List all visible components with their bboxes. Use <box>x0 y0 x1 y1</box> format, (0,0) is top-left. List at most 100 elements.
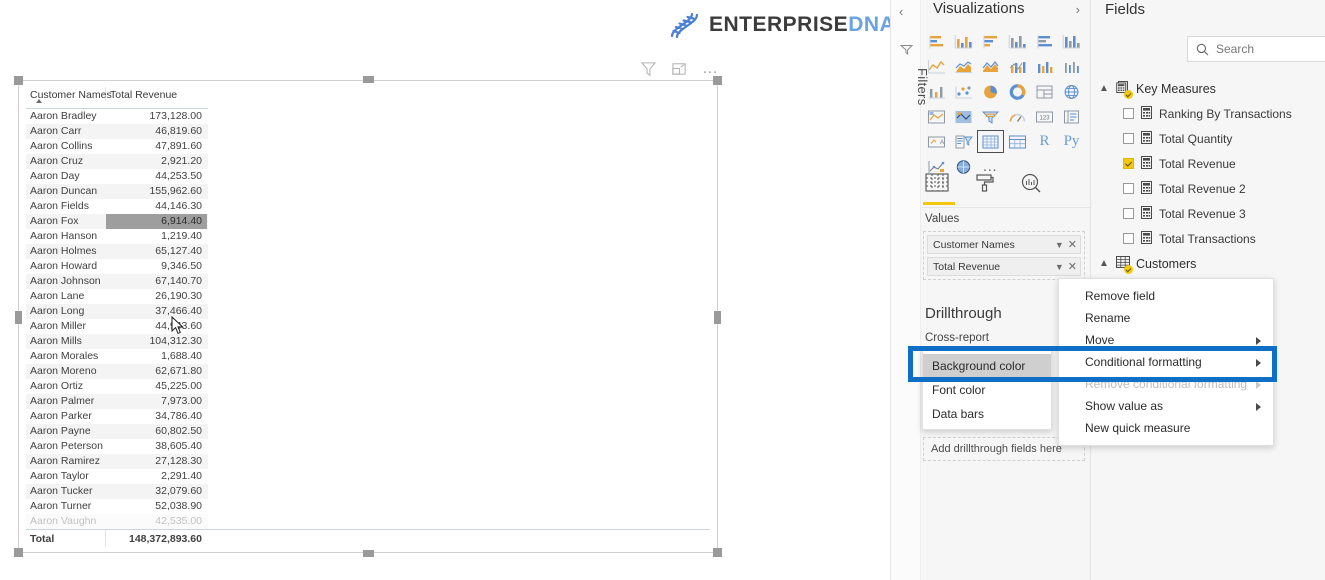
cell-customer-name[interactable]: Aaron Holmes <box>26 244 106 259</box>
field-context-menu[interactable]: Remove field Rename Move Conditional format… <box>1058 278 1274 446</box>
cell-total-revenue[interactable]: 47,891.60 <box>106 139 207 154</box>
cell-total-revenue[interactable]: 46,819.60 <box>106 124 207 139</box>
visual-type-python-icon[interactable]: Py <box>1058 130 1085 153</box>
field-checkbox[interactable] <box>1123 208 1134 219</box>
visual-type-icon-8[interactable] <box>950 55 977 78</box>
cell-customer-name[interactable]: Aaron Howard <box>26 259 106 274</box>
chevron-right-icon[interactable]: › <box>1076 2 1080 17</box>
field-checkbox[interactable] <box>1123 233 1134 244</box>
cell-customer-name[interactable]: Aaron Bradley <box>26 109 106 124</box>
cell-total-revenue[interactable]: 34,786.40 <box>106 409 207 424</box>
search-input[interactable]: Search <box>1187 36 1325 62</box>
visual-type-icon-23[interactable]: 123 <box>1031 105 1058 128</box>
table-row[interactable]: Aaron Ortiz 45,225.00 <box>26 379 208 394</box>
visual-type-icon-12[interactable] <box>1058 55 1085 78</box>
visual-type-icon-20[interactable] <box>950 105 977 128</box>
cell-customer-name[interactable]: Aaron Lane <box>26 289 106 304</box>
table-row[interactable]: Aaron Holmes 65,127.40 <box>26 244 208 259</box>
cell-total-revenue[interactable]: 44,253.50 <box>106 169 207 184</box>
cell-total-revenue[interactable]: 104,312.30 <box>106 334 207 349</box>
field-checkbox[interactable] <box>1123 133 1134 144</box>
cell-customer-name[interactable]: Aaron Payne <box>26 424 106 439</box>
values-well[interactable]: Customer Names ▼ ✕ Total Revenue ▼ ✕ <box>923 231 1085 280</box>
cell-customer-name[interactable]: Aaron Collins <box>26 139 106 154</box>
visual-type-icon-26[interactable] <box>950 130 977 153</box>
conditional-formatting-submenu[interactable]: Background color Font color Data bars <box>922 350 1052 430</box>
cell-customer-name[interactable]: Aaron Mills <box>26 334 106 349</box>
context-menu-item-rename[interactable]: Rename <box>1059 307 1273 329</box>
table-row[interactable]: Aaron Taylor 2,291.40 <box>26 469 208 484</box>
visual-type-icon-13[interactable] <box>923 80 950 103</box>
cell-customer-name[interactable]: Aaron Cruz <box>26 154 106 169</box>
cell-total-revenue[interactable]: 67,140.70 <box>106 274 207 289</box>
resize-handle-top-right[interactable] <box>713 76 722 85</box>
funnel-icon[interactable] <box>640 60 657 77</box>
submenu-item-data-bars[interactable]: Data bars <box>923 402 1051 426</box>
visual-type-icon-11[interactable] <box>1031 55 1058 78</box>
cell-total-revenue[interactable]: 2,291.40 <box>106 469 207 484</box>
cell-customer-name[interactable]: Aaron Fox <box>26 214 106 229</box>
cell-total-revenue[interactable]: 42,535.00 <box>106 514 207 529</box>
table-row[interactable]: Aaron Tucker 32,079.60 <box>26 484 208 499</box>
field-checkbox[interactable] <box>1123 108 1134 119</box>
table-row[interactable]: Aaron Johnson 67,140.70 <box>26 274 208 289</box>
cell-customer-name[interactable]: Aaron Carr <box>26 124 106 139</box>
visual-type-r-script-icon[interactable]: R <box>1031 130 1058 153</box>
table-visual[interactable]: Customer Names Total Revenue Aaron Bradl… <box>26 87 1199 547</box>
visual-type-icon-24[interactable] <box>1058 105 1085 128</box>
table-row[interactable]: Aaron Vaughn 42,535.00 <box>26 514 208 529</box>
visual-type-icon-16[interactable] <box>1004 80 1031 103</box>
field-item-total-quantity[interactable]: Total Quantity <box>1091 126 1325 151</box>
field-chip-total-revenue[interactable]: Total Revenue ▼ ✕ <box>927 257 1081 276</box>
chevron-down-icon[interactable]: ▼ <box>1055 262 1064 272</box>
resize-handle-middle-left[interactable] <box>15 310 22 324</box>
field-item-ranking-by-transactions[interactable]: Ranking By Transactions <box>1091 101 1325 126</box>
submenu-item-background-color[interactable]: Background color <box>923 354 1051 378</box>
cell-customer-name[interactable]: Aaron Johnson <box>26 274 106 289</box>
fields-tab[interactable] <box>923 173 955 205</box>
visual-type-icon-14[interactable] <box>950 80 977 103</box>
visual-type-icon-2[interactable] <box>950 30 977 53</box>
cell-customer-name[interactable]: Aaron Long <box>26 304 106 319</box>
table-row[interactable]: Aaron Payne 60,802.50 <box>26 424 208 439</box>
resize-handle-bottom-middle[interactable] <box>363 550 374 557</box>
cell-total-revenue[interactable]: 44,943.60 <box>106 319 207 334</box>
table-row[interactable]: Aaron Palmer 7,973.00 <box>26 394 208 409</box>
cell-total-revenue[interactable]: 173,128.00 <box>106 109 207 124</box>
field-checkbox[interactable] <box>1123 183 1134 194</box>
resize-handle-bottom-left[interactable] <box>14 548 23 557</box>
cell-customer-name[interactable]: Aaron Turner <box>26 499 106 514</box>
cell-total-revenue[interactable]: 1,219.40 <box>106 229 207 244</box>
context-menu-item-move[interactable]: Move <box>1059 329 1273 351</box>
table-row[interactable]: Aaron Turner 52,038.90 <box>26 499 208 514</box>
visual-type-icon-19[interactable] <box>923 105 950 128</box>
analytics-tab[interactable] <box>1021 173 1042 205</box>
cell-customer-name[interactable]: Aaron Tucker <box>26 484 106 499</box>
resize-handle-top-middle[interactable] <box>363 76 374 83</box>
cell-total-revenue[interactable]: 32,079.60 <box>106 484 207 499</box>
resize-handle-top-left[interactable] <box>14 76 23 85</box>
cell-customer-name[interactable]: Aaron Ramirez <box>26 454 106 469</box>
field-item-total-revenue[interactable]: Total Revenue <box>1091 151 1325 176</box>
table-row[interactable]: Aaron Day 44,253.50 <box>26 169 208 184</box>
table-row[interactable]: Aaron Howard 9,346.50 <box>26 259 208 274</box>
cell-total-revenue-highlighted[interactable]: 6,914.40 <box>106 214 207 229</box>
cell-customer-name[interactable]: Aaron Taylor <box>26 469 106 484</box>
visual-type-icon-17[interactable] <box>1031 80 1058 103</box>
visual-type-icon-22[interactable] <box>1004 105 1031 128</box>
cell-total-revenue[interactable]: 155,962.60 <box>106 184 207 199</box>
context-menu-item-remove-field[interactable]: Remove field <box>1059 285 1273 307</box>
cell-customer-name[interactable]: Aaron Miller <box>26 319 106 334</box>
cell-customer-name[interactable]: Aaron Day <box>26 169 106 184</box>
visual-type-icon-1[interactable] <box>923 30 950 53</box>
visualization-type-grid[interactable]: 123 A R Py… <box>923 30 1085 178</box>
visual-type-table-icon[interactable] <box>977 130 1004 153</box>
chevron-up-icon[interactable]: ▲ <box>1099 83 1110 94</box>
cell-total-revenue[interactable]: 52,038.90 <box>106 499 207 514</box>
table-row[interactable]: Aaron Parker 34,786.40 <box>26 409 208 424</box>
visual-type-icon-4[interactable] <box>1004 30 1031 53</box>
field-checkbox[interactable] <box>1123 158 1134 169</box>
cell-total-revenue[interactable]: 44,146.30 <box>106 199 207 214</box>
cell-total-revenue[interactable]: 2,921.20 <box>106 154 207 169</box>
visual-type-icon-6[interactable] <box>1058 30 1085 53</box>
